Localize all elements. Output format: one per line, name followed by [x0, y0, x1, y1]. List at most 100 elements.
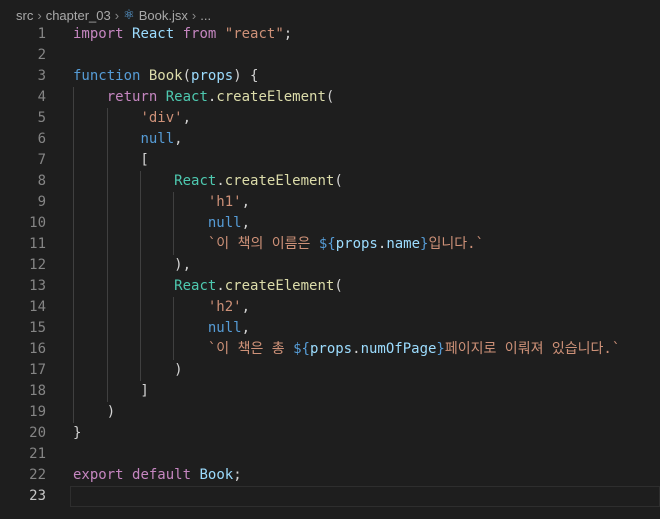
code-token: from	[182, 26, 217, 42]
line-number: 10	[29, 215, 46, 231]
line-code: React.createElement(	[73, 171, 343, 192]
line-number: 17	[29, 362, 46, 378]
indent-guide	[173, 192, 174, 255]
code-line[interactable]: 16 `이 책은 총 ${props.numOfPage}페이지로 이뤄져 있습…	[0, 339, 660, 360]
code-token: 'h2'	[207, 299, 242, 315]
code-token: props	[191, 68, 234, 84]
code-token: ;	[283, 26, 293, 42]
breadcrumb-symbols[interactable]: ...	[200, 8, 211, 23]
line-number: 1	[37, 26, 46, 42]
code-token: Book	[199, 467, 234, 483]
code-token: ,	[241, 320, 251, 336]
code-line[interactable]: 21	[0, 444, 660, 465]
indent-guide	[107, 108, 108, 402]
code-line[interactable]: 2	[0, 45, 660, 66]
code-token: ,	[241, 194, 251, 210]
code-token: ,	[182, 110, 192, 126]
code-token: .	[352, 341, 361, 357]
breadcrumb-src[interactable]: src	[16, 8, 33, 23]
code-editor[interactable]: 1 import React from "react"; 2 3 function Bo…	[0, 24, 660, 507]
code-line[interactable]: 4 return React.createElement(	[0, 87, 660, 108]
code-line[interactable]: 13 React.createElement(	[0, 276, 660, 297]
code-token: .	[216, 278, 225, 294]
code-token: ,	[174, 131, 183, 147]
code-line[interactable]: 23	[0, 486, 660, 507]
code-line[interactable]: 8 React.createElement(	[0, 171, 660, 192]
code-token: )	[73, 362, 183, 378]
line-number: 16	[29, 341, 46, 357]
code-token: React	[165, 89, 208, 105]
line-number: 19	[29, 404, 46, 420]
breadcrumb: src › chapter_03 › ⚛ Book.jsx › ...	[16, 6, 211, 24]
line-code: `이 책은 총 ${props.numOfPage}페이지로 이뤄져 있습니다.…	[73, 339, 620, 360]
react-file-icon: ⚛	[123, 7, 135, 22]
line-code: function Book(props) {	[73, 66, 258, 87]
code-line[interactable]: 6 null,	[0, 129, 660, 150]
code-token: (	[334, 278, 343, 294]
line-number: 15	[29, 320, 46, 336]
code-line[interactable]: 19 )	[0, 402, 660, 423]
line-code: [	[73, 150, 149, 171]
code-token: ,	[241, 299, 251, 315]
line-number: 18	[29, 383, 46, 399]
code-line[interactable]: 5 'div',	[0, 108, 660, 129]
line-code: ]	[73, 381, 148, 402]
line-code: React.createElement(	[73, 276, 343, 297]
line-code: `이 책의 이름은 ${props.name}입니다.`	[73, 234, 484, 255]
code-line[interactable]: 22 export default Book;	[0, 465, 660, 486]
line-number: 22	[29, 467, 46, 483]
code-token: name	[386, 236, 421, 252]
code-token: props	[335, 236, 378, 252]
line-code: import React from "react";	[73, 24, 292, 45]
code-line[interactable]: 10 null,	[0, 213, 660, 234]
code-token: ,	[241, 215, 251, 231]
line-code: return React.createElement(	[73, 87, 335, 108]
code-line[interactable]: 17 )	[0, 360, 660, 381]
breadcrumb-chapter[interactable]: chapter_03	[46, 8, 111, 23]
line-code: )	[73, 402, 115, 423]
code-token: createElement	[224, 173, 335, 189]
breadcrumb-file[interactable]: Book.jsx	[139, 8, 188, 23]
line-code: 'div',	[73, 108, 191, 129]
line-number: 3	[37, 68, 46, 84]
code-line[interactable]: 12 ),	[0, 255, 660, 276]
code-line[interactable]: 18 ]	[0, 381, 660, 402]
code-token: React	[132, 26, 175, 42]
line-number: 6	[37, 131, 46, 147]
code-line[interactable]: 20}	[0, 423, 660, 444]
code-token: `이 책은 총	[207, 341, 294, 357]
code-token: [	[73, 152, 149, 168]
code-token: `이 책의 이름은	[207, 236, 319, 252]
code-token: import	[73, 26, 124, 42]
code-line[interactable]: 7 [	[0, 150, 660, 171]
code-token: ;	[233, 467, 242, 483]
code-token: (	[182, 68, 192, 84]
code-line[interactable]: 14 'h2',	[0, 297, 660, 318]
code-token: 'div'	[140, 110, 183, 126]
code-token: }	[436, 341, 445, 357]
line-code: export default Book;	[73, 465, 242, 486]
line-number: 8	[37, 173, 46, 189]
code-token: createElement	[216, 89, 326, 105]
code-line[interactable]: 3 function Book(props) {	[0, 66, 660, 87]
code-token: }	[73, 425, 82, 441]
code-token: default	[132, 467, 192, 483]
line-number: 23	[29, 488, 46, 504]
code-line[interactable]: 15 null,	[0, 318, 660, 339]
code-token: 'h1'	[207, 194, 242, 210]
code-line[interactable]: 1 import React from "react";	[0, 24, 660, 45]
line-code: 'h2',	[73, 297, 250, 318]
line-code: 'h1',	[73, 192, 250, 213]
code-line[interactable]: 9 'h1',	[0, 192, 660, 213]
code-token: React	[174, 278, 217, 294]
code-line[interactable]: 11 `이 책의 이름은 ${props.name}입니다.`	[0, 234, 660, 255]
line-number: 21	[29, 446, 46, 462]
code-token: createElement	[224, 278, 335, 294]
line-number: 20	[29, 425, 46, 441]
chevron-right-icon: ›	[37, 7, 42, 23]
